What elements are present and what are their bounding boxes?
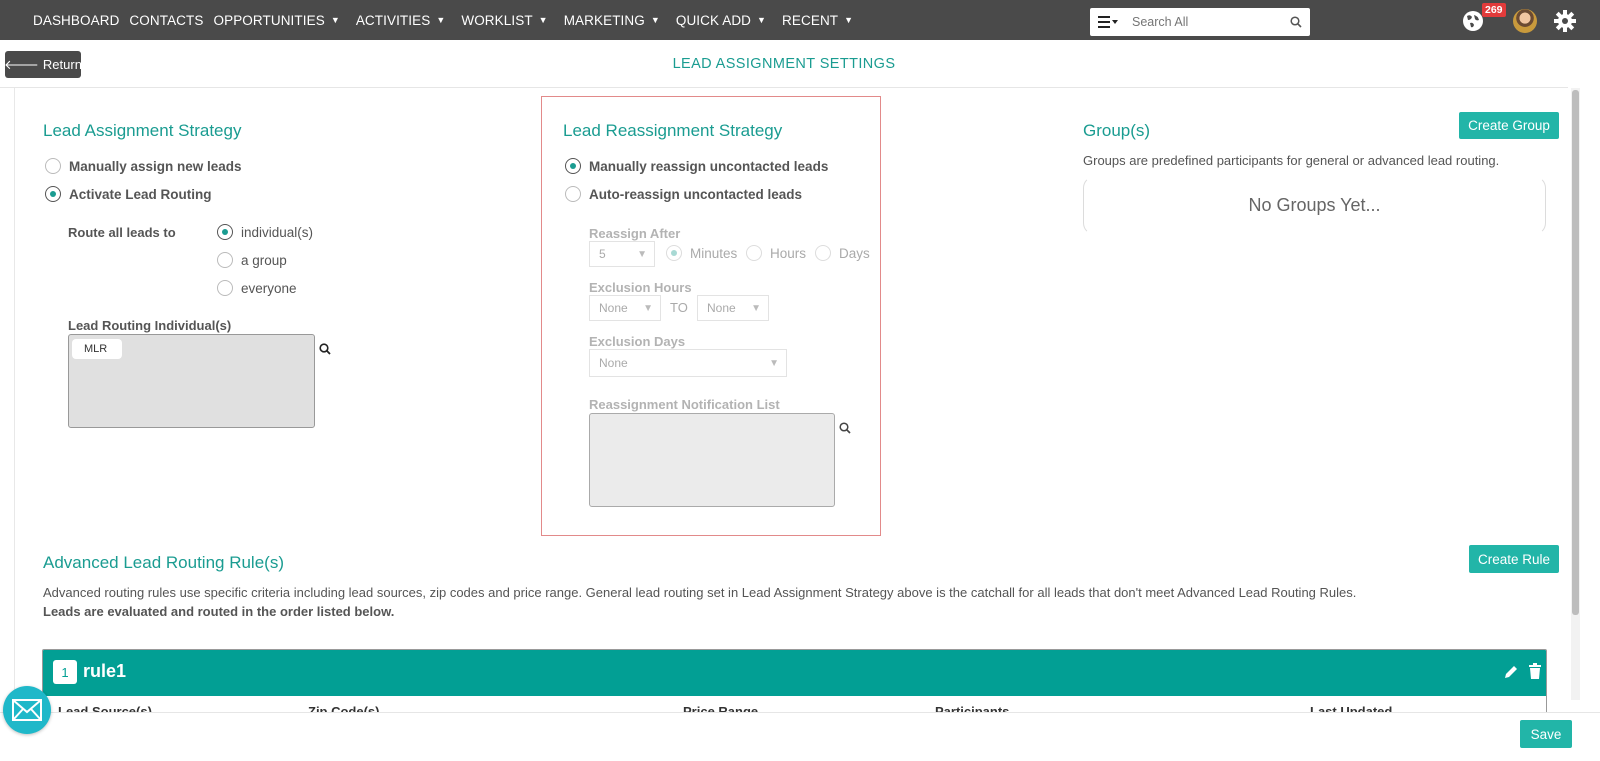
nav-item-worklist[interactable]: WORKLIST ▼ <box>461 13 553 28</box>
individual-chip[interactable]: MLR <box>72 339 122 359</box>
dropdown-arrow-icon: ▼ <box>643 302 653 314</box>
email-fab[interactable] <box>3 686 51 734</box>
radio-button-selected[interactable] <box>666 245 682 261</box>
create-group-button[interactable]: Create Group <box>1459 112 1559 139</box>
caret-down-icon: ▼ <box>538 15 548 25</box>
advanced-rules-heading: Advanced Lead Routing Rule(s) <box>43 553 284 572</box>
search-notification-icon[interactable] <box>839 422 851 434</box>
radio-button[interactable] <box>217 252 233 268</box>
rule-number: 1 <box>53 660 77 684</box>
notification-badge: 269 <box>1482 3 1506 17</box>
groups-empty-state: No Groups Yet... <box>1083 176 1546 235</box>
envelope-icon <box>12 699 42 721</box>
lead-reassignment-heading: Lead Reassignment Strategy <box>563 121 783 140</box>
caret-down-icon: ▼ <box>844 15 854 25</box>
dropdown-arrow-icon: ▼ <box>637 248 647 260</box>
radio-button-selected[interactable] <box>45 186 61 202</box>
radio-button[interactable] <box>746 245 762 261</box>
exclusion-hours-to-select[interactable]: None ▼ <box>697 295 769 321</box>
notifications-globe-icon[interactable] <box>1462 10 1484 32</box>
radio-unit-hours[interactable]: Hours <box>746 245 806 261</box>
caret-down-icon: ▼ <box>436 15 446 25</box>
nav-item-opportunities[interactable]: OPPORTUNITIES ▼ <box>213 13 345 28</box>
radio-manual-assign[interactable]: Manually assign new leads <box>45 158 242 174</box>
radio-button[interactable] <box>565 186 581 202</box>
groups-description: Groups are predefined participants for g… <box>1083 153 1500 168</box>
nav-item-contacts[interactable]: CONTACTS <box>129 13 203 28</box>
reassign-after-select[interactable]: 5 ▼ <box>589 241 655 267</box>
nav-item-recent[interactable]: RECENT ▼ <box>782 13 859 28</box>
caret-down-icon: ▼ <box>330 15 340 25</box>
save-button[interactable]: Save <box>1520 720 1572 748</box>
dropdown-arrow-icon: ▼ <box>769 357 779 369</box>
footer-bar <box>0 712 1600 761</box>
rule-header: 1 rule1 <box>43 650 1546 696</box>
search-input[interactable] <box>1126 9 1282 35</box>
route-all-label: Route all leads to <box>68 225 176 240</box>
nav-item-dashboard[interactable]: DASHBOARD <box>33 13 119 28</box>
search-scope-menu-icon[interactable] <box>1090 8 1126 36</box>
radio-button-selected[interactable] <box>565 158 581 174</box>
exclusion-hours-label: Exclusion Hours <box>589 280 692 295</box>
radio-manual-reassign[interactable]: Manually reassign uncontacted leads <box>565 158 828 174</box>
routing-individuals-label: Lead Routing Individual(s) <box>68 318 232 333</box>
radio-unit-minutes[interactable]: Minutes <box>666 245 737 261</box>
nav-menu: DASHBOARD CONTACTS OPPORTUNITIES ▼ ACTIVI… <box>33 0 869 40</box>
nav-item-marketing[interactable]: MARKETING ▼ <box>564 13 666 28</box>
radio-button[interactable] <box>217 280 233 296</box>
routing-individuals-field[interactable]: MLR <box>68 334 315 428</box>
radio-unit-days[interactable]: Days <box>815 245 870 261</box>
radio-route-individual[interactable]: individual(s) <box>217 224 313 240</box>
settings-gear-icon[interactable] <box>1553 9 1577 33</box>
notification-list-label: Reassignment Notification List <box>589 397 780 412</box>
radio-button[interactable] <box>815 245 831 261</box>
delete-trash-icon[interactable] <box>1528 663 1542 679</box>
radio-activate-routing[interactable]: Activate Lead Routing <box>45 186 212 202</box>
nav-item-activities[interactable]: ACTIVITIES ▼ <box>356 13 452 28</box>
exclusion-days-label: Exclusion Days <box>589 334 686 349</box>
radio-button[interactable] <box>45 158 61 174</box>
exclusion-days-select[interactable]: None ▼ <box>589 349 787 377</box>
user-avatar[interactable] <box>1513 9 1537 33</box>
edit-pencil-icon[interactable] <box>1503 664 1519 680</box>
to-label: TO <box>670 300 688 315</box>
caret-down-icon: ▼ <box>757 15 767 25</box>
top-nav: DASHBOARD CONTACTS OPPORTUNITIES ▼ ACTIVI… <box>0 0 1600 40</box>
search-individuals-icon[interactable] <box>319 343 331 355</box>
global-search <box>1090 8 1310 36</box>
radio-route-everyone[interactable]: everyone <box>217 280 297 296</box>
dropdown-arrow-icon: ▼ <box>751 302 761 314</box>
lead-assignment-heading: Lead Assignment Strategy <box>43 121 242 140</box>
nav-item-quick-add[interactable]: QUICK ADD ▼ <box>676 13 772 28</box>
search-icon[interactable] <box>1282 16 1310 28</box>
caret-down-icon: ▼ <box>650 15 660 25</box>
radio-route-group[interactable]: a group <box>217 252 287 268</box>
groups-heading: Group(s) <box>1083 121 1151 140</box>
reassign-after-label: Reassign After <box>589 226 681 241</box>
scrollbar-thumb[interactable] <box>1572 90 1579 615</box>
rule-name: rule1 <box>83 661 127 681</box>
evaluation-order-note: Leads are evaluated and routed in the or… <box>43 604 395 619</box>
radio-button-selected[interactable] <box>217 224 233 240</box>
radio-auto-reassign[interactable]: Auto-reassign uncontacted leads <box>565 186 802 202</box>
advanced-description: Advanced routing rules use specific crit… <box>43 585 1357 600</box>
notification-list-field[interactable] <box>589 413 835 507</box>
page-title: LEAD ASSIGNMENT SETTINGS <box>672 56 896 72</box>
create-rule-button[interactable]: Create Rule <box>1469 545 1559 573</box>
exclusion-hours-from-select[interactable]: None ▼ <box>589 295 661 321</box>
